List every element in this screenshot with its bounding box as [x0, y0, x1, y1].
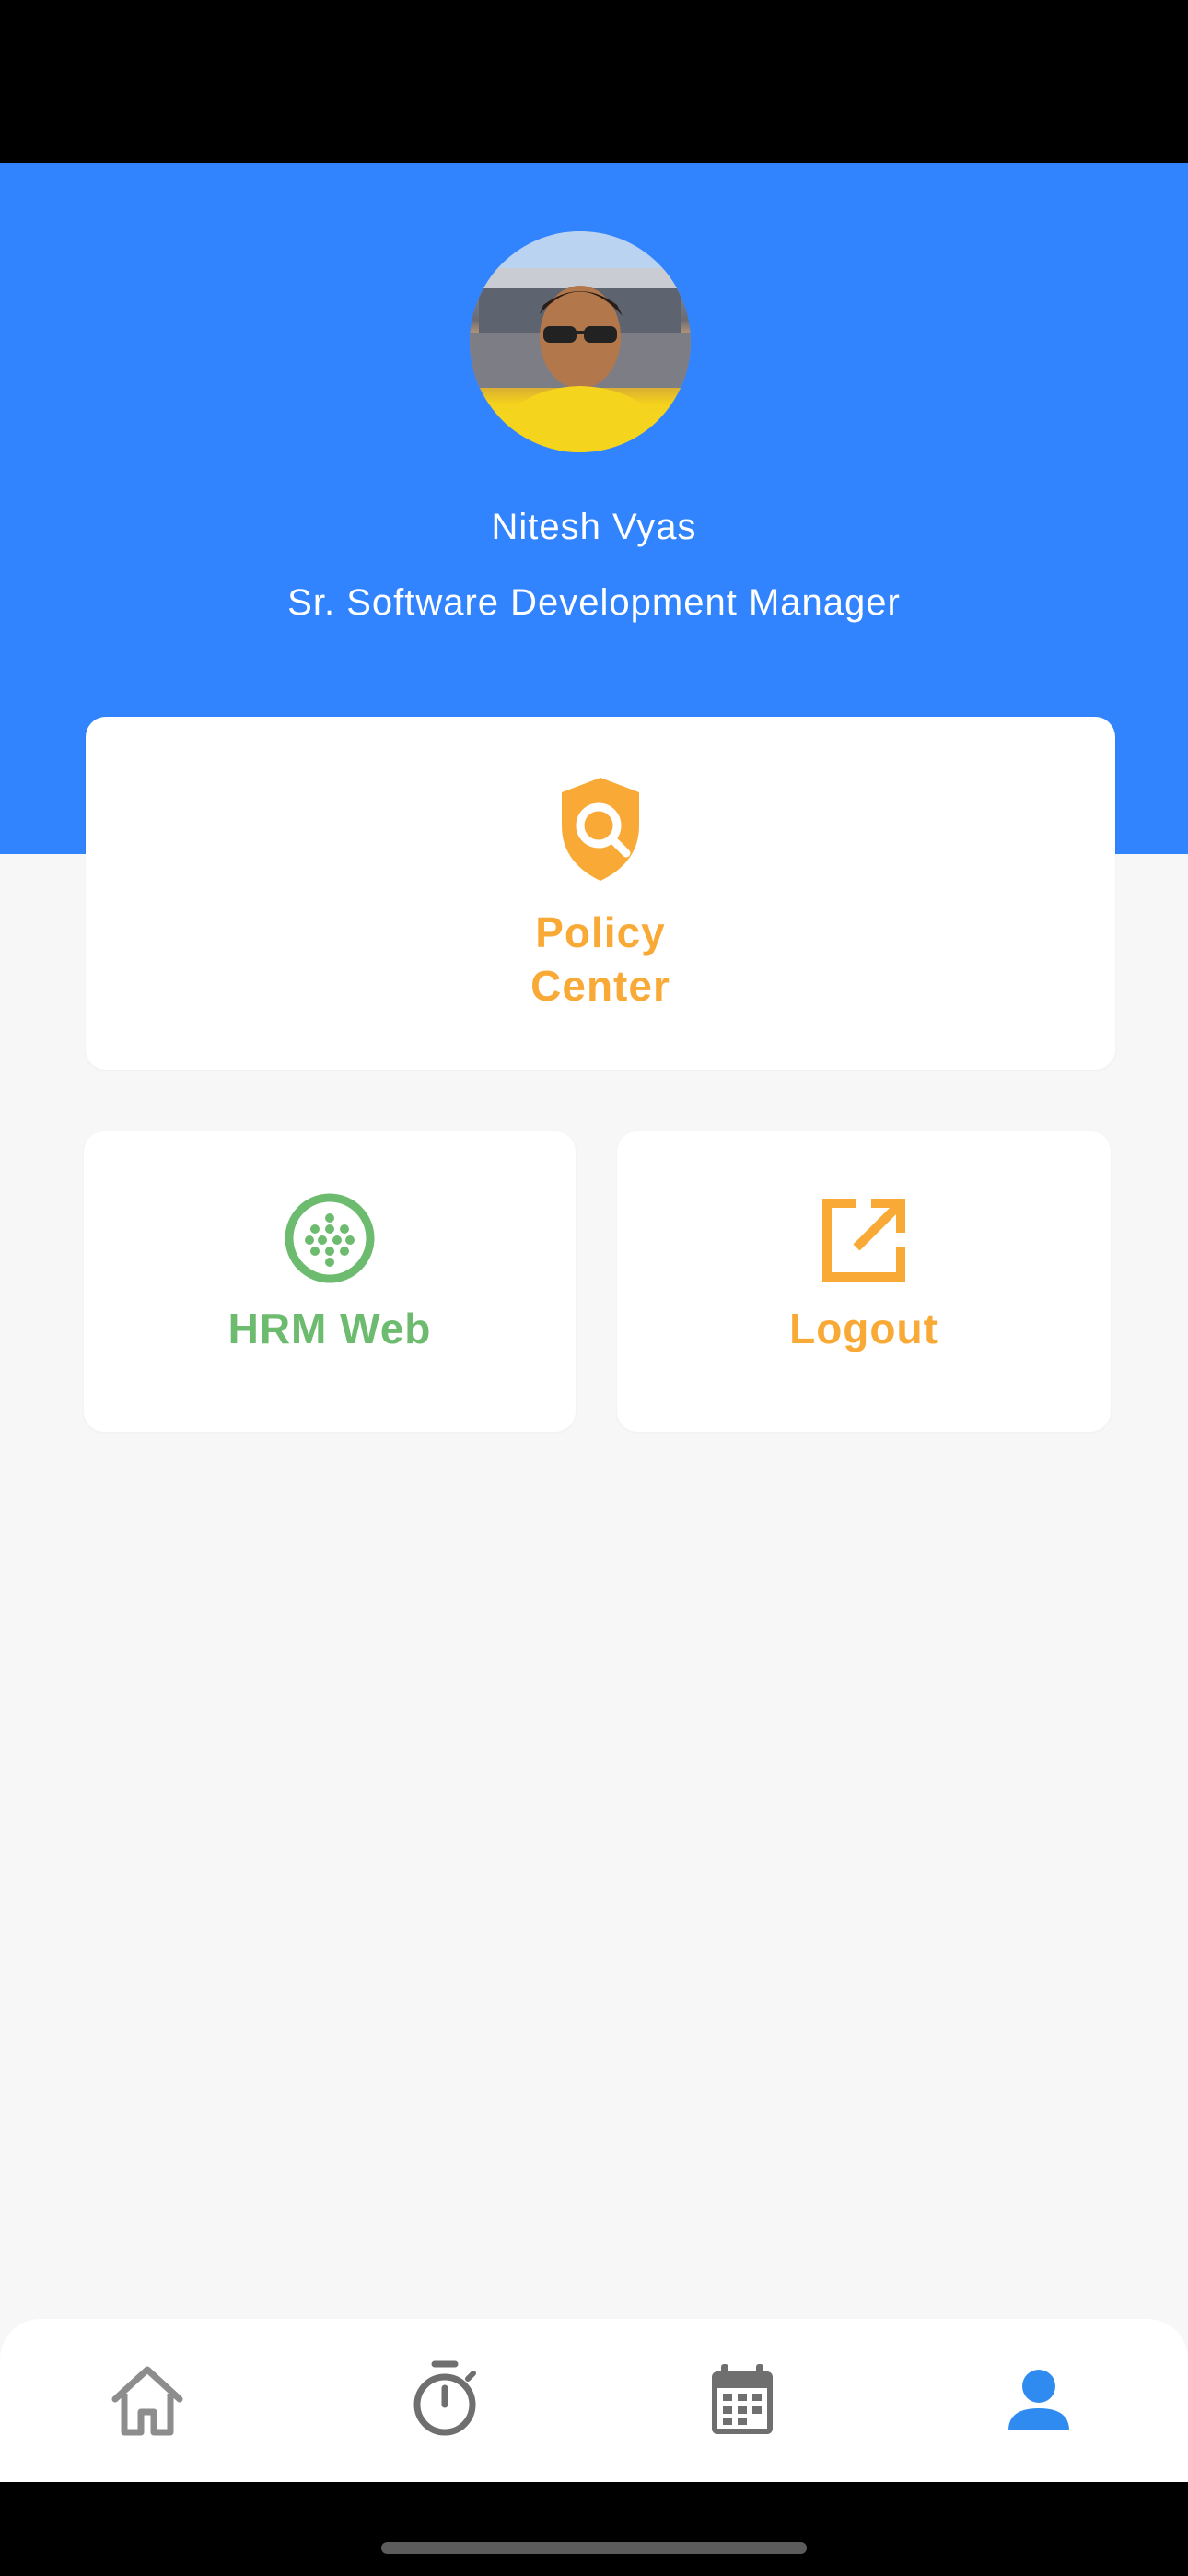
logout-label: Logout [789, 1305, 938, 1352]
status-bar [0, 0, 1188, 163]
home-indicator[interactable] [381, 2542, 807, 2554]
policy-center-label-line1: Policy [535, 908, 666, 956]
person-icon [1008, 2370, 1069, 2430]
avatar-photo [470, 231, 691, 452]
timer-icon [413, 2360, 476, 2436]
avatar[interactable] [470, 231, 691, 452]
web-grid-icon [284, 1192, 376, 1284]
policy-center-label-line2: Center [530, 962, 670, 1010]
user-name: Nitesh Vyas [491, 507, 697, 547]
open-in-new-icon [820, 1196, 908, 1284]
hrm-web-card[interactable]: HRM Web [84, 1131, 576, 1432]
shield-search-icon [554, 774, 646, 884]
nav-home[interactable] [106, 2359, 189, 2441]
nav-profile[interactable] [997, 2359, 1080, 2441]
nav-calendar[interactable] [701, 2359, 784, 2441]
user-role: Sr. Software Development Manager [287, 582, 901, 623]
hrm-web-label: HRM Web [227, 1305, 432, 1352]
system-bottom-bar [0, 2482, 1188, 2576]
home-icon [111, 2366, 183, 2436]
calendar-icon [712, 2364, 773, 2434]
nav-timer[interactable] [403, 2359, 486, 2441]
logout-card[interactable]: Logout [617, 1131, 1111, 1432]
policy-center-card[interactable]: Policy Center [86, 717, 1115, 1070]
